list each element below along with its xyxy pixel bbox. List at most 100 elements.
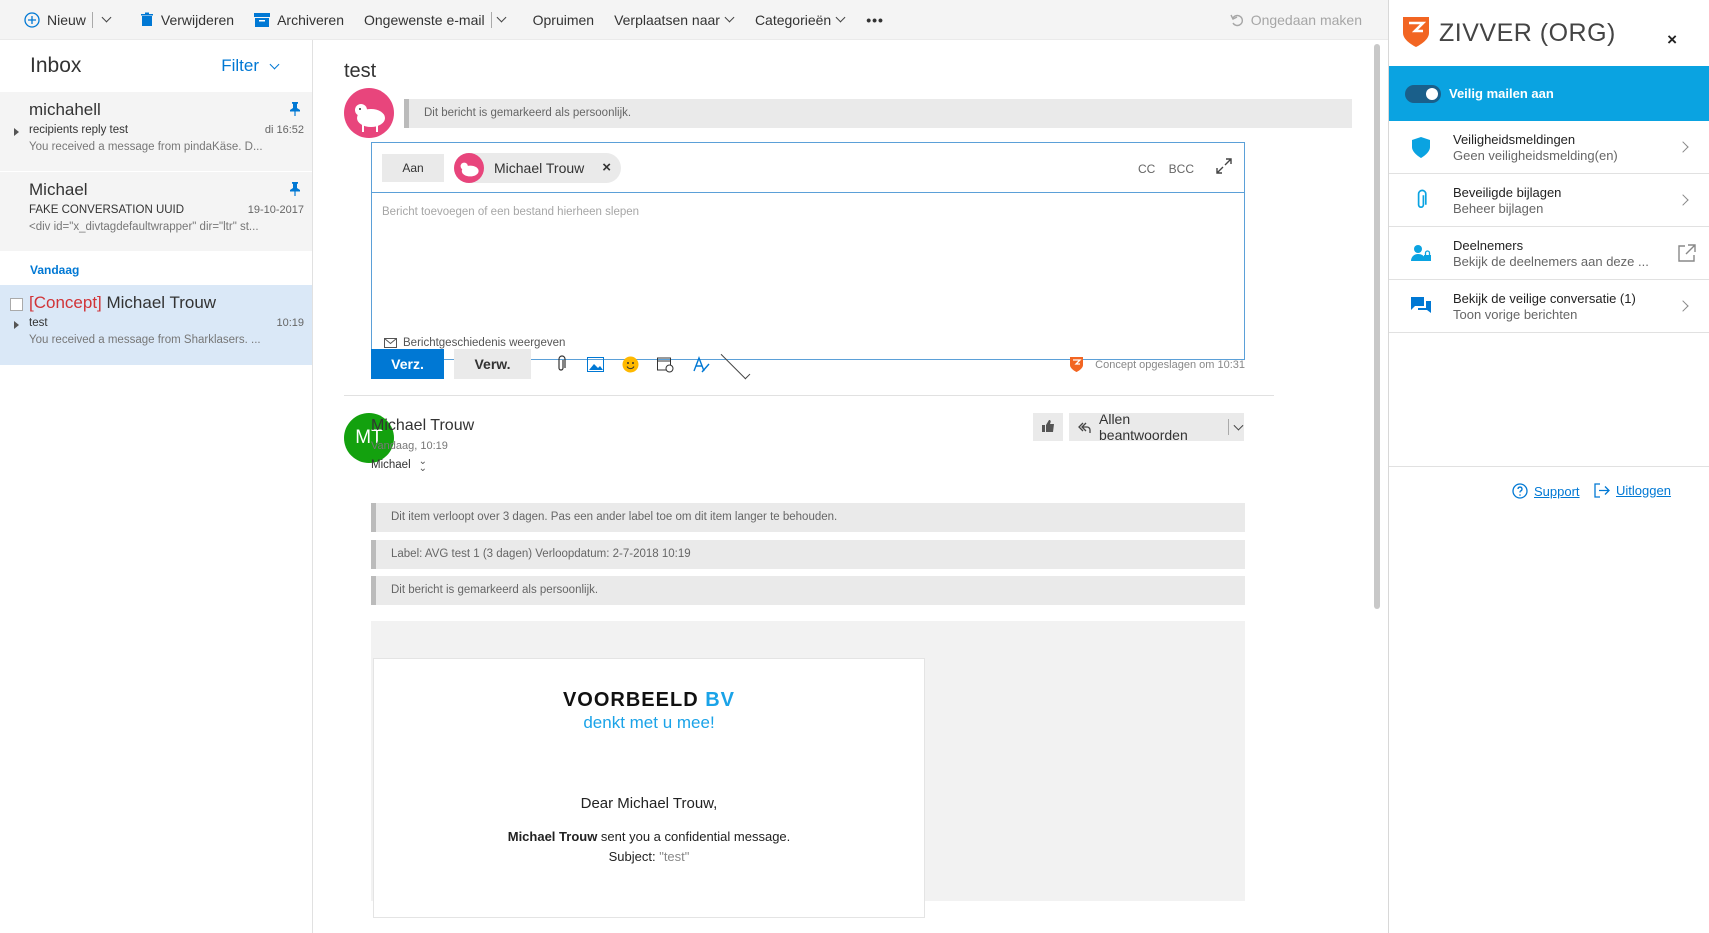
message-time: 10:19 [276, 317, 304, 329]
chevron-right-icon [1677, 194, 1689, 206]
item-title: Bekijk de veilige conversatie (1) [1453, 290, 1636, 306]
zivver-title: ZIVVER (ORG) [1439, 18, 1616, 47]
zivver-addin-panel: ZIVVER (ORG) × Veilig mailen aan Veiligh… [1388, 0, 1709, 933]
message-subject: test [29, 317, 48, 329]
compose-actions: Verz. Verw. Concept opgeslagen om 10:31 [371, 349, 1245, 379]
label-notice: Label: AVG test 1 (3 dagen) Verloopdatum… [371, 540, 1245, 569]
chevron-down-icon [835, 12, 846, 23]
cc-button[interactable]: CC [1138, 162, 1155, 176]
sheep-avatar-icon [460, 162, 479, 176]
sender-name[interactable]: Michael Trouw [371, 417, 474, 435]
new-label: Nieuw [47, 11, 86, 28]
new-button[interactable]: Nieuw [0, 0, 122, 40]
paperclip-icon [1389, 189, 1453, 211]
undo-icon [1230, 13, 1244, 27]
help-icon [1512, 483, 1528, 499]
filter-button[interactable]: Filter [221, 56, 280, 76]
secure-attachments-item[interactable]: Beveiligde bijlagen Beheer bijlagen [1389, 174, 1709, 227]
move-to-button[interactable]: Verplaatsen naar [604, 0, 745, 40]
reading-pane-scrollbar[interactable] [1374, 44, 1380, 609]
pin-icon[interactable] [290, 102, 300, 119]
cc-bcc: CC BCC [1128, 162, 1194, 176]
emoji-icon[interactable] [613, 356, 648, 373]
message-preview: You received a message from pindaKäse. D… [29, 141, 263, 153]
compose-box: Aan Michael Trouw × CC BCC Bericht toevo… [371, 142, 1245, 360]
expand-conversation-icon[interactable] [14, 321, 19, 329]
delete-button[interactable]: Verwijderen [130, 0, 244, 40]
categories-button[interactable]: Categorieën [745, 0, 856, 40]
expand-conversation-icon[interactable] [14, 128, 19, 136]
trash-icon [140, 12, 154, 27]
message-time: 19-10-2017 [247, 204, 304, 216]
external-link-icon[interactable] [1678, 244, 1696, 265]
concept-tag: [Concept] [29, 293, 102, 312]
like-button[interactable] [1033, 413, 1063, 441]
calendar-icon[interactable] [648, 356, 683, 373]
email-body-card: VOORBEELD BV denkt met u mee! Dear Micha… [373, 658, 925, 918]
brand-suffix: BV [705, 689, 736, 711]
item-title: Deelnemers [1453, 237, 1524, 253]
inbox-title: Inbox [30, 54, 82, 77]
item-text: Deelnemers Bekijk de deelnemers aan deze… [1453, 238, 1663, 269]
remove-recipient-icon[interactable]: × [602, 159, 611, 176]
pin-icon[interactable] [290, 182, 300, 199]
participants-item[interactable]: Deelnemers Bekijk de deelnemers aan deze… [1389, 227, 1709, 280]
logout-link[interactable]: Uitloggen [1594, 483, 1671, 498]
item-subtitle: Bekijk de deelnemers aan deze ... [1453, 253, 1649, 269]
plus-circle-icon [24, 11, 40, 28]
bcc-button[interactable]: BCC [1169, 162, 1194, 176]
list-item-selected[interactable]: [Concept] Michael Trouw test 10:19 You r… [0, 285, 312, 366]
chevron-down-icon[interactable] [1233, 420, 1244, 430]
undo-button[interactable]: Ongedaan maken [1230, 0, 1362, 40]
chevron-down-icon [269, 59, 280, 69]
expand-icon[interactable] [1216, 158, 1232, 177]
more-options-icon[interactable] [718, 349, 753, 379]
recipient-line[interactable]: Michael ⌄ ⌄ [371, 457, 427, 474]
chevron-down-icon[interactable] [101, 12, 112, 23]
close-icon[interactable]: × [1667, 30, 1677, 50]
security-alerts-item[interactable]: Veiligheidsmeldingen Geen veiligheidsmel… [1389, 121, 1709, 174]
draft-saved-status: Concept opgeslagen om 10:31 [1070, 357, 1245, 372]
delete-label: Verwijderen [160, 11, 235, 28]
message-body-input[interactable]: Bericht toevoegen of een bestand hierhee… [382, 206, 639, 218]
list-item[interactable]: Michael FAKE CONVERSATION UUID 19-10-201… [0, 172, 312, 252]
image-icon[interactable] [578, 356, 613, 372]
message-time: di 16:52 [264, 124, 304, 136]
chevron-right-icon [1677, 141, 1689, 153]
personal-notice: Dit bericht is gemarkeerd als persoonlij… [404, 99, 1352, 128]
support-link[interactable]: Support [1512, 483, 1580, 499]
reading-pane: test Dit bericht is gemarkeerd als perso… [314, 40, 1374, 933]
select-checkbox[interactable] [10, 298, 23, 311]
sweep-button[interactable]: Opruimen [523, 0, 604, 40]
zivver-logo-icon [1070, 357, 1084, 372]
reply-all-button[interactable]: Allen beantwoorden [1069, 411, 1244, 443]
to-button[interactable]: Aan [382, 153, 444, 182]
message-sender: [Concept] Michael Trouw [29, 293, 304, 313]
avatar [344, 88, 394, 138]
send-button[interactable]: Verz. [371, 349, 444, 379]
secure-conversation-item[interactable]: Bekijk de veilige conversatie (1) Toon v… [1389, 280, 1709, 333]
divider [344, 395, 1274, 396]
more-button[interactable]: ••• [856, 0, 894, 40]
paperclip-icon[interactable] [543, 355, 578, 373]
command-toolbar: Nieuw Verwijderen Archiveren Ongewenste … [0, 0, 1388, 40]
message-subject-row: FAKE CONVERSATION UUID 19-10-2017 [29, 204, 304, 216]
secure-mail-toggle-row[interactable]: Veilig mailen aan [1389, 66, 1709, 121]
logout-icon [1594, 483, 1610, 498]
list-item[interactable]: michahell recipients reply test di 16:52… [0, 92, 312, 172]
junk-button[interactable]: Ongewenste e-mail [354, 0, 517, 40]
to-row: Aan Michael Trouw × CC BCC [372, 143, 1244, 193]
item-title: Beveiligde bijlagen [1453, 184, 1562, 200]
chevron-down-icon[interactable] [496, 12, 507, 23]
archive-button[interactable]: Archiveren [244, 0, 354, 40]
discard-button[interactable]: Verw. [454, 349, 531, 379]
show-history-link[interactable]: Berichtgeschiedenis weergeven [384, 337, 565, 349]
recipient-chip[interactable]: Michael Trouw × [454, 152, 622, 183]
people-lock-icon [1389, 244, 1453, 262]
chat-icon [1389, 297, 1453, 315]
toggle-label: Veilig mailen aan [1449, 86, 1554, 101]
format-icon[interactable] [683, 355, 718, 373]
secure-mail-toggle[interactable] [1405, 84, 1441, 103]
separator [490, 11, 492, 28]
message-sender: michahell [29, 100, 101, 119]
